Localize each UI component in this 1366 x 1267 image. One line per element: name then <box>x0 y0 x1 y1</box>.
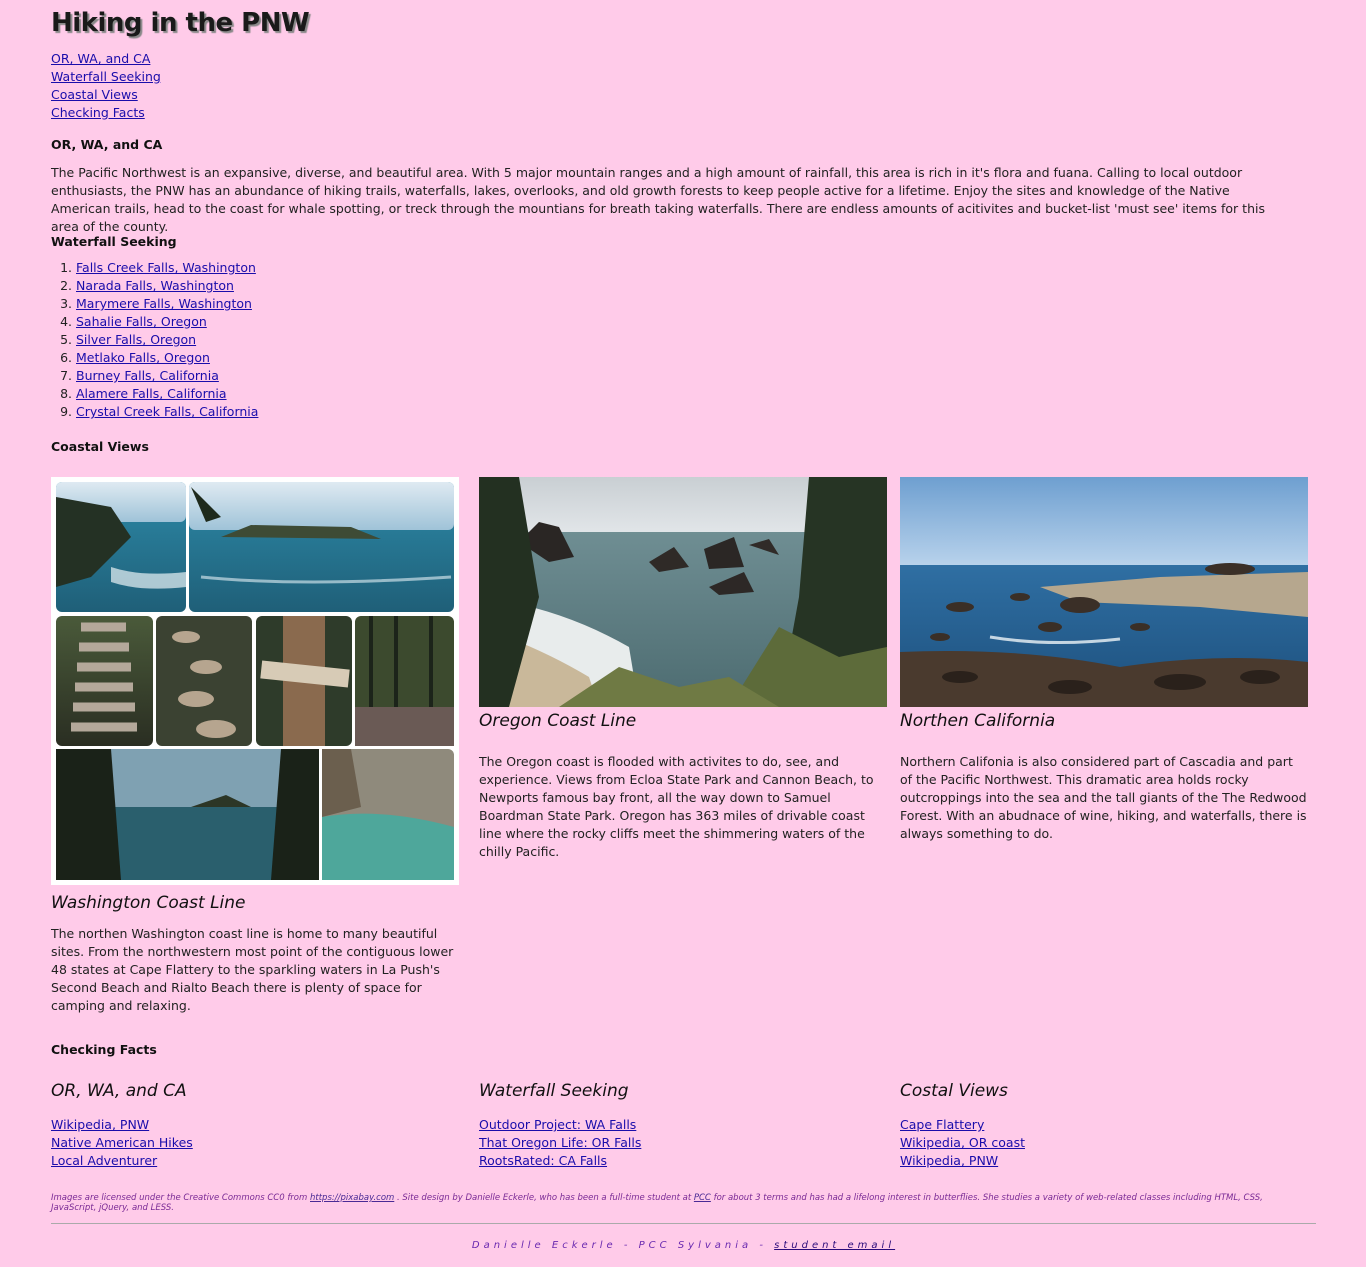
facts-column-title: Costal Views <box>900 1081 1008 1101</box>
nav-link-waterfall-seeking[interactable]: Waterfall Seeking <box>51 68 161 86</box>
student-email-link[interactable]: student email <box>774 1240 895 1251</box>
list-item: Silver Falls, Oregon <box>76 331 258 349</box>
waterfall-link[interactable]: Narada Falls, Washington <box>76 278 234 293</box>
nav-link-or-wa-ca[interactable]: OR, WA, and CA <box>51 50 161 68</box>
list-item: Crystal Creek Falls, California <box>76 403 258 421</box>
facts-link[interactable]: Local Adventurer <box>51 1152 451 1170</box>
facts-column-coastal: Costal Views Cape Flattery Wikipedia, OR… <box>900 1078 1300 1170</box>
list-item: Marymere Falls, Washington <box>76 295 258 313</box>
footer-signature: Danielle Eckerle - PCC Sylvania - studen… <box>51 1240 1316 1251</box>
pixabay-link[interactable]: https://pixabay.com <box>310 1193 394 1203</box>
waterfall-list: Falls Creek Falls, Washington Narada Fal… <box>51 259 258 421</box>
waterfall-link[interactable]: Silver Falls, Oregon <box>76 332 196 347</box>
waterfall-link[interactable]: Falls Creek Falls, Washington <box>76 260 256 275</box>
waterfall-link[interactable]: Burney Falls, California <box>76 368 219 383</box>
list-item: Metlako Falls, Oregon <box>76 349 258 367</box>
facts-column-waterfall: Waterfall Seeking Outdoor Project: WA Fa… <box>479 1078 879 1170</box>
california-coast-image <box>900 477 1308 707</box>
page-title: Hiking in the PNW <box>51 8 310 38</box>
washington-collage-image <box>51 477 459 885</box>
signature-text: Danielle Eckerle - PCC Sylvania - <box>471 1240 775 1251</box>
list-item: Sahalie Falls, Oregon <box>76 313 258 331</box>
footer-note-prefix: Images are licensed under the Creative C… <box>51 1193 310 1203</box>
coast-card-title: Oregon Coast Line <box>479 711 637 731</box>
coast-card-oregon: Oregon Coast Line The Oregon coast is fl… <box>479 477 887 861</box>
coast-card-body: The Oregon coast is flooded with activit… <box>479 754 874 859</box>
list-item: Alamere Falls, California <box>76 385 258 403</box>
facts-column-or-wa-ca: OR, WA, and CA Wikipedia, PNW Native Ame… <box>51 1078 451 1170</box>
list-item: Burney Falls, California <box>76 367 258 385</box>
facts-link[interactable]: Native American Hikes <box>51 1134 451 1152</box>
intro-heading: OR, WA, and CA <box>51 137 163 152</box>
facts-heading: Checking Facts <box>51 1042 157 1057</box>
intro-paragraph: The Pacific Northwest is an expansive, d… <box>51 165 1265 234</box>
top-nav: OR, WA, and CA Waterfall Seeking Coastal… <box>51 50 161 122</box>
coastal-heading: Coastal Views <box>51 439 149 454</box>
facts-link[interactable]: Wikipedia, PNW <box>51 1116 451 1134</box>
waterfall-heading: Waterfall Seeking <box>51 234 177 249</box>
coast-card-body: The northen Washington coast line is hom… <box>51 926 454 1013</box>
oregon-coast-image <box>479 477 887 707</box>
facts-link[interactable]: Cape Flattery <box>900 1116 1300 1134</box>
waterfall-link[interactable]: Sahalie Falls, Oregon <box>76 314 207 329</box>
facts-link[interactable]: Wikipedia, PNW <box>900 1152 1300 1170</box>
coast-card-california: Northen California Northern Califonia is… <box>900 477 1308 843</box>
waterfall-link[interactable]: Crystal Creek Falls, California <box>76 404 258 419</box>
coast-card-washington: Washington Coast Line The northen Washin… <box>51 477 459 1015</box>
waterfall-link[interactable]: Metlako Falls, Oregon <box>76 350 210 365</box>
facts-column-title: OR, WA, and CA <box>51 1081 187 1101</box>
pcc-link[interactable]: PCC <box>694 1193 711 1203</box>
facts-link[interactable]: RootsRated: CA Falls <box>479 1152 879 1170</box>
footer-note: Images are licensed under the Creative C… <box>51 1193 1301 1213</box>
facts-link[interactable]: That Oregon Life: OR Falls <box>479 1134 879 1152</box>
footer-note-mid: . Site design by Danielle Eckerle, who h… <box>394 1193 694 1203</box>
waterfall-link[interactable]: Marymere Falls, Washington <box>76 296 252 311</box>
facts-column-title: Waterfall Seeking <box>479 1081 629 1101</box>
coast-card-title: Washington Coast Line <box>51 893 246 913</box>
list-item: Falls Creek Falls, Washington <box>76 259 258 277</box>
footer-divider <box>51 1223 1316 1224</box>
coast-card-title: Northen California <box>900 711 1056 731</box>
facts-link[interactable]: Wikipedia, OR coast <box>900 1134 1300 1152</box>
waterfall-link[interactable]: Alamere Falls, California <box>76 386 227 401</box>
coast-card-body: Northern Califonia is also considered pa… <box>900 754 1307 841</box>
facts-link[interactable]: Outdoor Project: WA Falls <box>479 1116 879 1134</box>
list-item: Narada Falls, Washington <box>76 277 258 295</box>
nav-link-coastal-views[interactable]: Coastal Views <box>51 86 161 104</box>
nav-link-checking-facts[interactable]: Checking Facts <box>51 104 161 122</box>
